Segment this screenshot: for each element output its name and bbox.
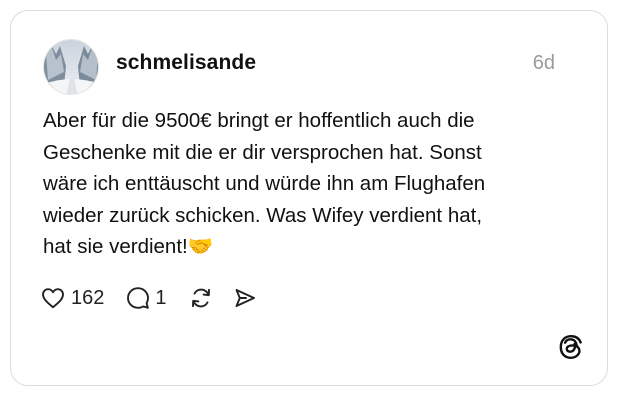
post-text: Aber für die 9500€ bringt er hoffentlich…	[43, 109, 486, 258]
post-card: schmelisande 6d Aber für die 9500€ bring…	[10, 10, 608, 386]
like-button[interactable]: 162	[41, 287, 104, 310]
like-count: 162	[71, 286, 105, 309]
reply-button[interactable]: 1	[126, 286, 167, 310]
threads-logo-icon	[559, 334, 582, 360]
post-timestamp: 6d	[532, 52, 555, 74]
heart-icon	[42, 288, 64, 309]
send-icon	[235, 289, 255, 307]
repost-button[interactable]	[189, 286, 213, 310]
post-actions: 162 1	[41, 283, 257, 313]
avatar-image	[44, 40, 98, 94]
username[interactable]: schmelisande	[116, 51, 256, 75]
repost-arrows-icon	[191, 288, 210, 308]
share-button[interactable]	[233, 286, 257, 310]
avatar[interactable]	[43, 39, 99, 95]
reply-count: 1	[155, 286, 167, 309]
speech-bubble-icon	[127, 287, 150, 309]
